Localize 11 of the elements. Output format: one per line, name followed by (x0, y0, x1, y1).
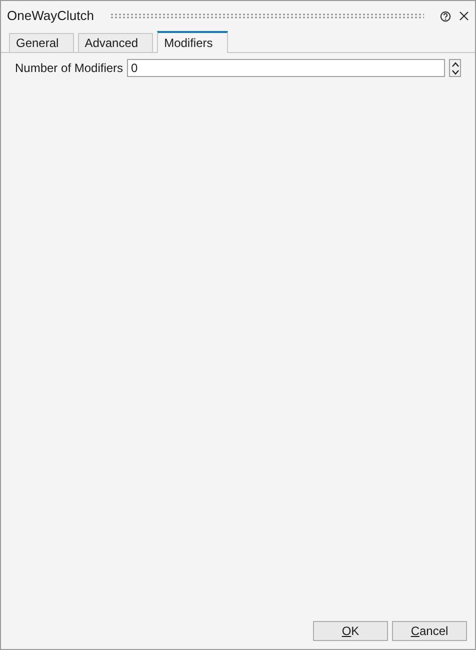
window-title: OneWayClutch (7, 7, 94, 26)
tab[interactable]: Advanced (78, 33, 154, 52)
number-field[interactable]: 0 (127, 59, 445, 77)
dialog-button[interactable]: Cancel (392, 621, 467, 641)
close-icon[interactable] (459, 11, 469, 21)
field-label: Number of Modifiers (15, 60, 124, 77)
help-icon[interactable] (440, 10, 451, 22)
dialog-button[interactable]: OK (313, 621, 388, 641)
tab[interactable]: General (9, 33, 74, 52)
spin-buttons[interactable] (449, 59, 461, 77)
tab[interactable]: Modifiers (157, 31, 228, 53)
